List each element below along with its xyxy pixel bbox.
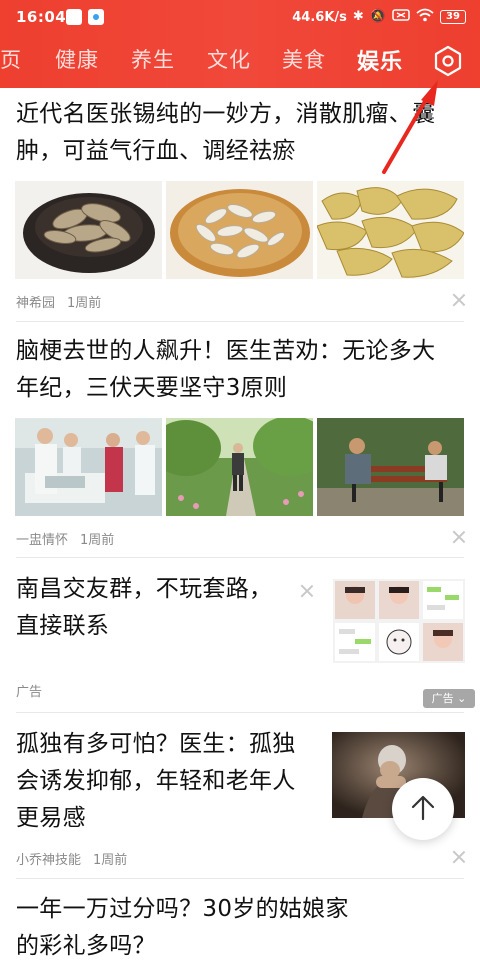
title-line: 一年一万过分吗？30岁的姑娘家 (16, 896, 349, 922)
article-title[interactable]: 一年一万过分吗？30岁的姑娘家 的彩礼多吗？ (16, 891, 349, 960)
notification-icons (66, 9, 104, 25)
article-time: 1周前 (67, 296, 102, 311)
title-line: 近代名医张锡纯的一妙方，消散肌瘤、囊 (16, 101, 436, 127)
title-line: 脑梗去世的人飙升！医生苦劝：无论多大 (16, 338, 436, 364)
article-source: 小乔神技能 (16, 853, 82, 868)
app-notification-icon (88, 9, 104, 25)
tab-entertainment[interactable]: 娱乐 (357, 44, 403, 76)
battery-icon: 39 (440, 10, 466, 24)
article-meta: 小乔神技能 1周前 (16, 849, 127, 868)
category-tabs: 页 健康 养生 文化 美食 娱乐 (0, 40, 480, 84)
settings-hexagon-icon[interactable] (432, 44, 464, 78)
divider (16, 321, 464, 322)
chat-screenshots-collage-image[interactable] (333, 579, 465, 663)
chevron-down-icon: ⌄ (453, 692, 467, 705)
status-time: 16:04 (16, 8, 67, 26)
title-line: 更易感 (16, 805, 86, 831)
divider (16, 712, 464, 713)
herbal-slices-bowl-image[interactable] (15, 181, 162, 279)
ad-label: 广告 (16, 685, 43, 700)
article-title[interactable]: 脑梗去世的人飙升！医生苦劝：无论多大 年纪，三伏天要坚守3原则 (16, 333, 435, 407)
sim-icon (392, 8, 410, 26)
network-speed: 44.6K/s (292, 9, 347, 25)
title-line: 直接联系 (16, 613, 110, 639)
dismiss-close-icon[interactable] (452, 530, 466, 544)
title-line: 孤独有多可怕？医生：孤独 (16, 731, 296, 757)
divider (16, 878, 464, 879)
tab-wellness[interactable]: 养生 (131, 44, 175, 74)
tab-health[interactable]: 健康 (55, 44, 99, 74)
article-title[interactable]: 近代名医张锡纯的一妙方，消散肌瘤、囊 肿，可益气行血、调经祛瘀 (16, 96, 435, 170)
dismiss-close-icon[interactable] (452, 293, 466, 307)
app-notification-icon (66, 9, 82, 25)
dried-herb-pieces-image[interactable] (317, 181, 464, 279)
ad-badge-label: 广告 (431, 692, 454, 705)
title-line: 肿，可益气行血、调经祛瘀 (16, 138, 296, 164)
back-to-top-button[interactable] (392, 778, 454, 840)
elderly-walking-path-image[interactable] (166, 418, 313, 516)
tab-culture[interactable]: 文化 (207, 44, 251, 74)
title-line: 南昌交友群，不玩套路， (16, 576, 273, 602)
mute-icon: 🔕 (369, 9, 386, 24)
wifi-icon (416, 8, 434, 26)
status-bar: 16:04 44.6K/s ✱ 🔕 39 (0, 0, 480, 36)
title-line: 会诱发抑郁，年轻和老年人 (16, 768, 296, 794)
herbal-slices-plate-image[interactable] (166, 181, 313, 279)
article-meta: 神希园 1周前 (16, 292, 101, 311)
dismiss-close-icon[interactable] (300, 584, 314, 598)
article-time: 1周前 (93, 853, 128, 868)
ad-title[interactable]: 南昌交友群，不玩套路， 直接联系 (16, 571, 272, 645)
article-time: 1周前 (80, 533, 115, 548)
divider (16, 557, 464, 558)
bluetooth-icon: ✱ (352, 9, 364, 24)
article-source: 一盅情怀 (16, 533, 69, 548)
article-source: 神希园 (16, 296, 56, 311)
arrow-up-icon (409, 793, 437, 827)
hospital-ward-image[interactable] (15, 418, 162, 516)
article-title[interactable]: 孤独有多可怕？医生：孤独 会诱发抑郁，年轻和老年人 更易感 (16, 726, 296, 837)
ad-badge[interactable]: 广告 ⌄ (423, 689, 475, 708)
top-header: 16:04 44.6K/s ✱ 🔕 39 页 健康 养生 文化 美食 娱乐 (0, 0, 480, 88)
tab-home[interactable]: 页 (0, 44, 22, 74)
tab-food[interactable]: 美食 (282, 44, 326, 74)
dismiss-close-icon[interactable] (452, 850, 466, 864)
article-meta: 一盅情怀 1周前 (16, 529, 114, 548)
title-line: 的彩礼多吗？ (16, 933, 156, 959)
title-line: 年纪，三伏天要坚守3原则 (16, 375, 288, 401)
elderly-on-bench-image[interactable] (317, 418, 464, 516)
status-indicators: 44.6K/s ✱ 🔕 39 (292, 8, 466, 26)
